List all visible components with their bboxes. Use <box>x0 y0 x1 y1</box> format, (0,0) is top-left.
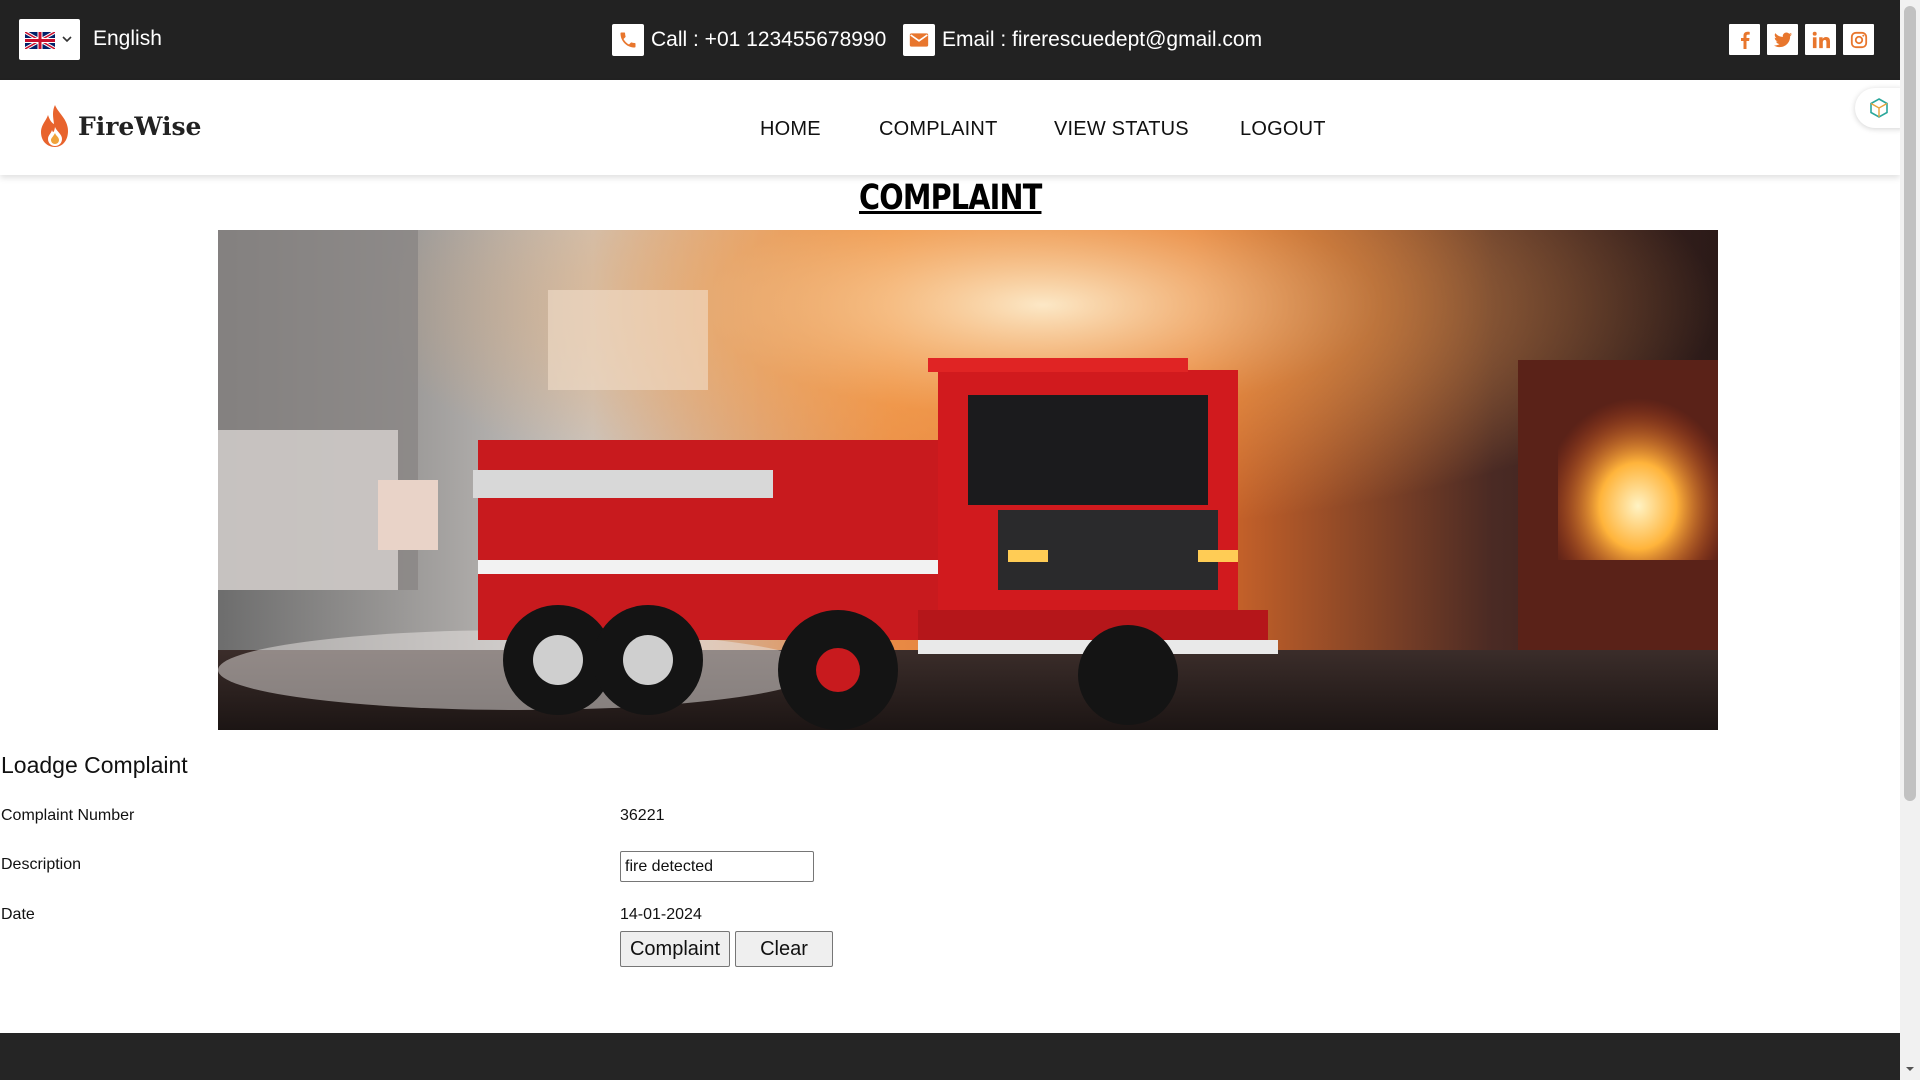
nav-view-status[interactable]: VIEW STATUS <box>1054 118 1189 141</box>
chevron-down-icon <box>62 36 72 43</box>
main-navbar: FireWise HOME COMPLAINT VIEW STATUS LOGO… <box>0 80 1900 175</box>
footer <box>0 1033 1900 1080</box>
nav-home[interactable]: HOME <box>760 118 821 141</box>
brand-logo[interactable]: FireWise <box>38 103 201 149</box>
clear-button[interactable]: Clear <box>735 931 833 967</box>
contact-email: Email : firerescuedept@gmail.com <box>903 24 1262 56</box>
facebook-icon[interactable] <box>1729 24 1760 55</box>
hero-fire-truck-image <box>218 230 1718 730</box>
linkedin-icon[interactable] <box>1805 24 1836 55</box>
instagram-icon[interactable] <box>1843 24 1874 55</box>
submit-complaint-button[interactable]: Complaint <box>620 931 730 967</box>
social-links <box>1729 24 1874 55</box>
page-scrollbar[interactable] <box>1900 0 1920 1080</box>
call-text: Call : +01 123455678990 <box>651 28 887 51</box>
brand-name: FireWise <box>78 111 202 141</box>
language-selector[interactable] <box>19 19 80 60</box>
envelope-icon <box>903 24 935 56</box>
extension-cube-icon <box>1870 98 1888 118</box>
uk-flag-icon <box>25 32 55 49</box>
scrollbar-thumb[interactable] <box>1904 6 1916 801</box>
complaint-number-value: 36221 <box>620 807 665 824</box>
phone-icon <box>612 24 644 56</box>
date-value: 14-01-2024 <box>620 906 702 923</box>
page-title: COMPLAINT <box>0 178 1900 218</box>
contact-call: Call : +01 123455678990 <box>612 24 886 56</box>
twitter-icon[interactable] <box>1767 24 1798 55</box>
description-input[interactable] <box>620 851 814 882</box>
complaint-number-label: Complaint Number <box>1 807 135 824</box>
nav-complaint[interactable]: COMPLAINT <box>879 118 997 141</box>
page-title-text: COMPLAINT <box>858 178 1042 218</box>
scroll-down-arrow-icon[interactable] <box>1905 1064 1915 1074</box>
date-label: Date <box>1 906 35 923</box>
top-bar: English Call : +01 123455678990 Email : … <box>0 0 1900 80</box>
language-label[interactable]: English <box>93 27 162 51</box>
email-text: Email : firerescuedept@gmail.com <box>942 28 1263 51</box>
nav-logout[interactable]: LOGOUT <box>1240 118 1326 141</box>
extension-button[interactable] <box>1855 88 1903 128</box>
description-label: Description <box>1 856 82 873</box>
flame-logo-icon <box>41 105 68 147</box>
form-heading: Loadge Complaint <box>1 752 188 778</box>
